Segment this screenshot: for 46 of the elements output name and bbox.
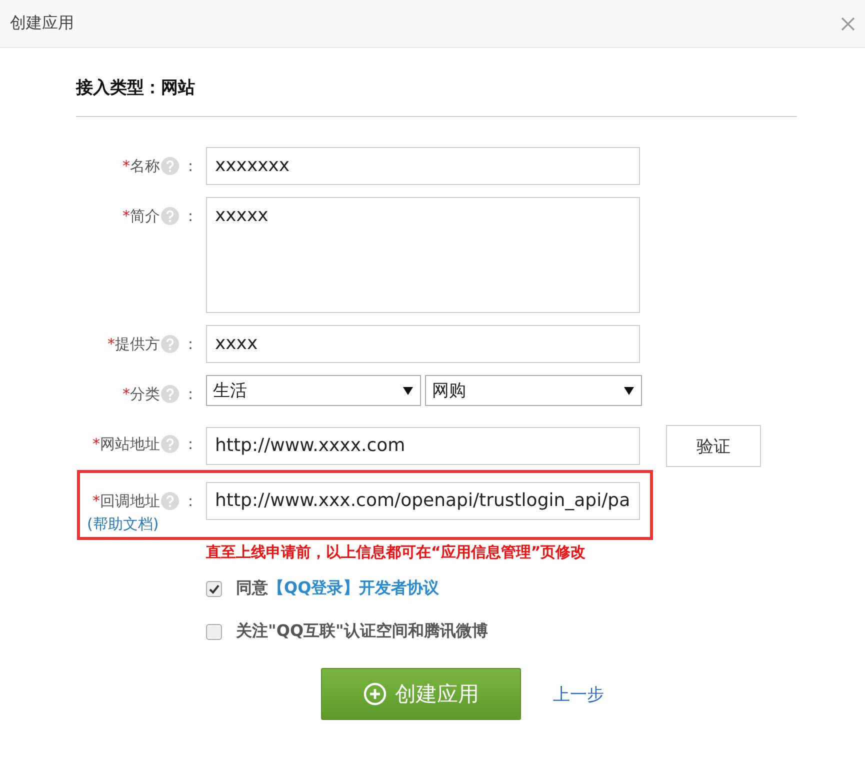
dropdown[interactable]: 生活	[206, 375, 421, 406]
field-label: 名称	[130, 156, 160, 176]
checkbox-label: 同意	[236, 578, 268, 599]
dropdown-arrow-icon	[403, 386, 413, 394]
help-icon[interactable]	[161, 335, 179, 353]
help-icon[interactable]	[161, 492, 179, 510]
colon-text: ：	[183, 434, 198, 454]
help-icon[interactable]	[161, 157, 179, 175]
required-mark: *	[122, 207, 130, 225]
required-mark: *	[122, 385, 130, 403]
help-icon[interactable]	[161, 207, 179, 225]
text-field[interactable]: http://www.xxxx.com	[206, 427, 640, 465]
plus-circle-icon	[363, 682, 387, 706]
close-icon[interactable]	[841, 16, 855, 30]
colon-text: ：	[183, 334, 198, 354]
text-field[interactable]: xxxxxxx	[206, 147, 640, 185]
colon-text: ：	[183, 384, 198, 404]
dialog-title: 创建应用	[10, 13, 74, 34]
text-field[interactable]: http://www.xxx.com/openapi/trustlogin_api/pa	[206, 482, 640, 520]
required-mark: *	[92, 435, 100, 453]
dropdown-arrow-icon	[624, 386, 634, 394]
required-mark: *	[122, 157, 130, 175]
colon-text: ：	[183, 156, 198, 176]
text-field[interactable]: xxxx	[206, 325, 640, 363]
section-title: 接入类型：网站	[76, 77, 196, 100]
field-label: 简介	[130, 206, 160, 226]
field-label: 分类	[130, 384, 160, 404]
colon-text: ：	[183, 206, 198, 226]
help-icon[interactable]	[161, 385, 179, 403]
field-label: 回调地址	[100, 492, 160, 510]
checkbox-label: 关注"QQ互联"认证空间和腾讯微博	[236, 621, 488, 642]
verify-button[interactable]: 验证	[666, 425, 761, 467]
field-label: 提供方	[115, 334, 160, 354]
checkbox[interactable]	[206, 624, 222, 640]
agreement-link[interactable]: 【QQ登录】开发者协议	[268, 578, 440, 599]
field-label: 网站地址	[100, 434, 160, 454]
colon-text: ：	[183, 492, 198, 510]
notice-text: 直至上线申请前，以上信息都可在“应用信息管理”页修改	[206, 543, 587, 562]
back-link[interactable]: 上一步	[553, 682, 604, 706]
checkbox[interactable]	[206, 580, 222, 596]
text-area[interactable]: xxxxx	[206, 197, 640, 313]
required-mark: *	[92, 492, 100, 510]
required-mark: *	[108, 335, 115, 353]
help-link[interactable]: (帮助文档)	[87, 515, 159, 534]
dropdown[interactable]: 网购	[425, 375, 642, 406]
help-icon[interactable]	[161, 435, 179, 453]
